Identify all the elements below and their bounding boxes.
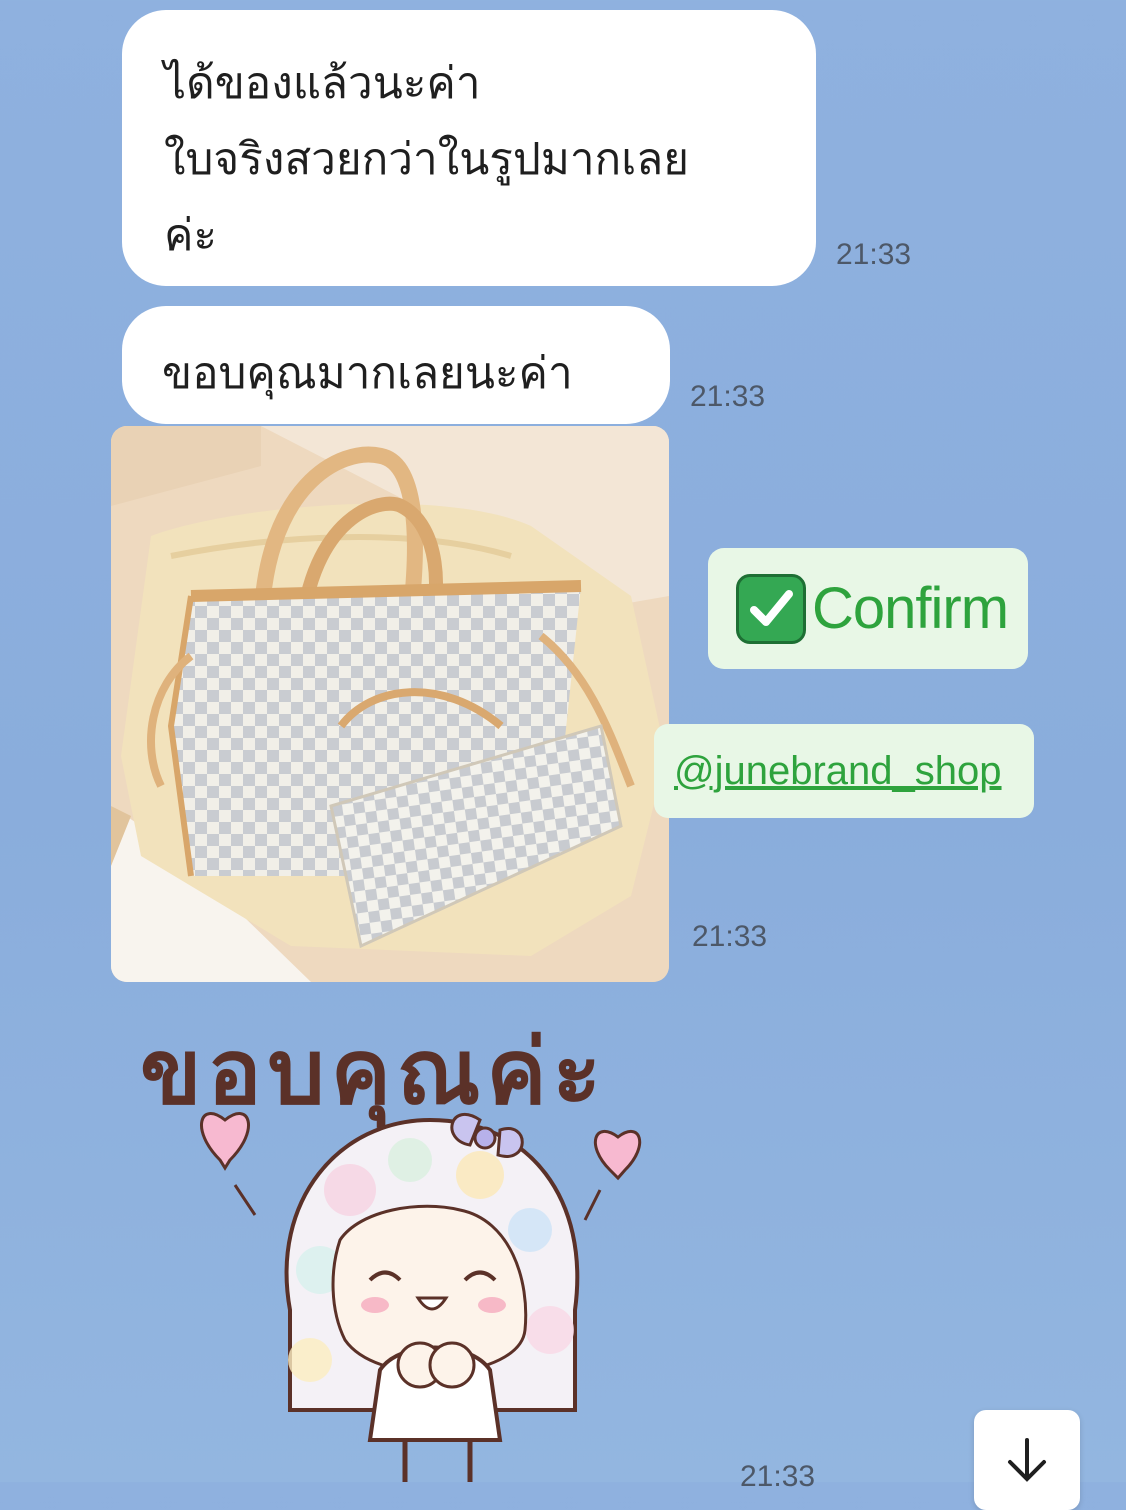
message-timestamp: 21:33 <box>690 380 766 413</box>
confirm-tag: Confirm <box>708 548 1028 669</box>
check-mark-icon <box>736 573 806 644</box>
shop-handle-tag[interactable]: @junebrand_shop <box>654 724 1034 818</box>
message-bubble-1[interactable]: ได้ของแล้วนะค่า ใบจริงสวยกว่าในรูปมากเลย… <box>122 10 816 286</box>
message-timestamp: 21:33 <box>740 1460 816 1493</box>
scroll-to-bottom-button[interactable] <box>974 1410 1080 1510</box>
message-bubble-2[interactable]: ขอบคุณมากเลยนะค่า <box>122 306 670 424</box>
bag-photo-illustration <box>111 426 669 982</box>
heart-icon <box>593 1130 642 1181</box>
thank-you-sticker[interactable] <box>180 1080 700 1482</box>
confirm-label: Confirm <box>812 576 1009 641</box>
message-timestamp: 21:33 <box>836 238 912 271</box>
photo-message[interactable] <box>111 426 669 982</box>
shop-handle-link[interactable]: @junebrand_shop <box>674 749 1002 794</box>
message-line: ใบจริงสวยกว่าในรูปมากเลย <box>164 134 689 185</box>
message-line: ได้ของแล้วนะค่า <box>164 58 481 109</box>
message-timestamp: 21:33 <box>692 920 768 953</box>
arrow-down-icon <box>1008 1438 1046 1482</box>
heart-icon <box>200 1112 250 1171</box>
message-text: ขอบคุณมากเลยนะค่า <box>162 348 573 399</box>
message-line: ค่ะ <box>164 210 218 261</box>
